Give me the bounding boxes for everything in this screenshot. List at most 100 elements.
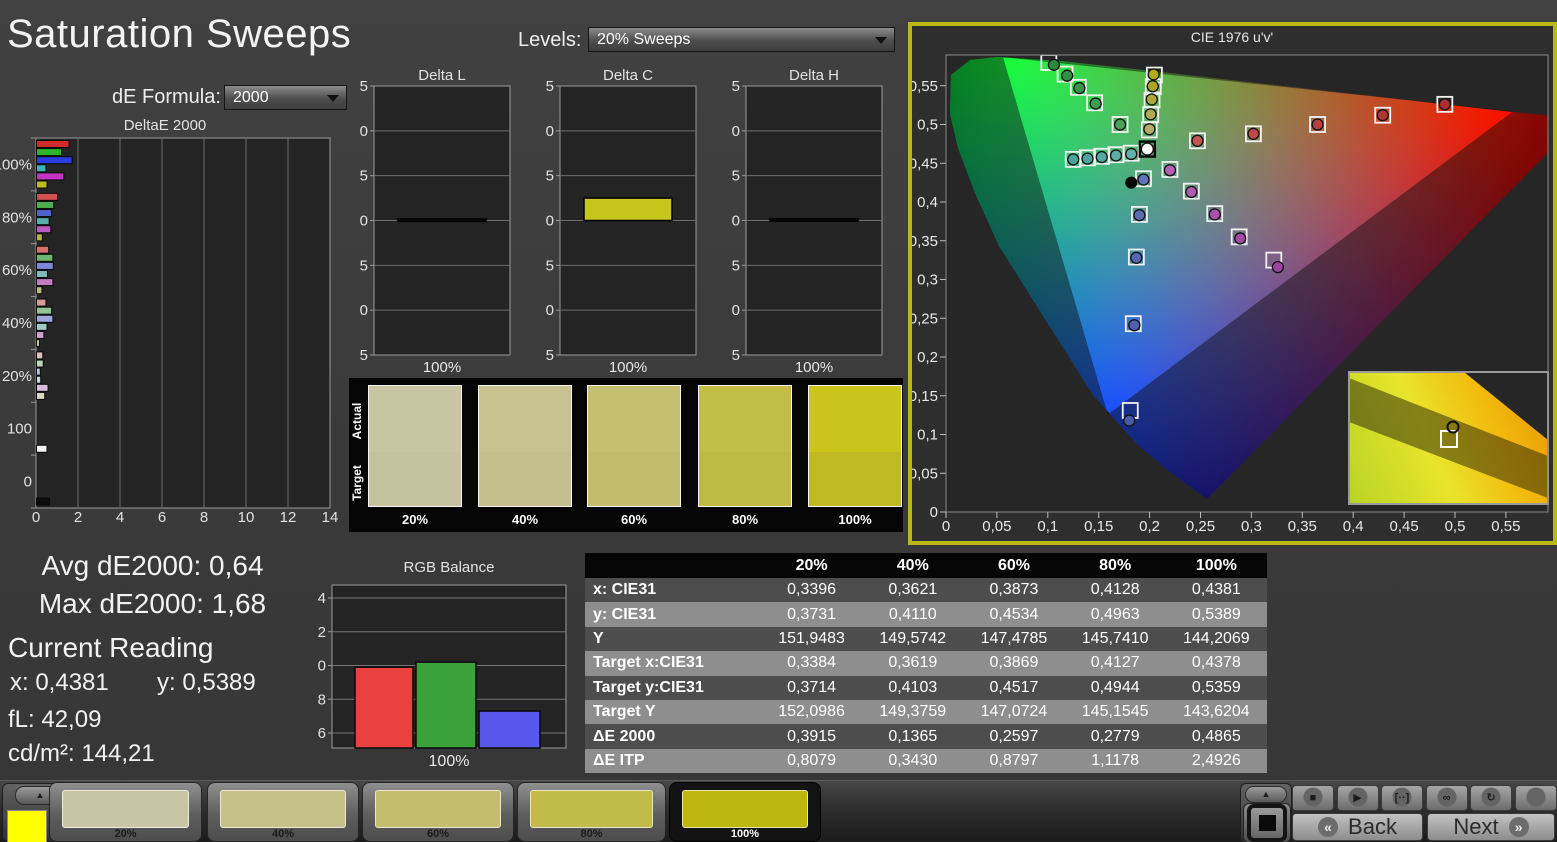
table-cell: 0,4110 [862,606,963,624]
table-col-header: 60% [963,557,1064,575]
blank-button[interactable] [1515,785,1557,811]
table-cell: 145,1545 [1065,703,1166,721]
table-cell: 0,3384 [761,654,862,672]
compare-swatch-60% [587,385,681,507]
chevron-down-icon [875,37,887,44]
patch-button-label: 60% [363,828,513,840]
patch-button-60%[interactable]: 60% [362,782,514,842]
table-cell: 0,3869 [963,654,1064,672]
table-cell: 0,3619 [862,654,963,672]
table-col-header: 80% [1065,557,1166,575]
svg-text:60%: 60% [2,262,32,279]
compare-swatch-label: 20% [368,512,462,527]
table-row-label: Target x:CIE31 [585,654,761,672]
current-fl-value: fL: 42,09 [8,706,101,734]
table-cell: 0,3731 [761,606,862,624]
svg-text:10: 10 [546,123,554,140]
next-button[interactable]: Next » [1427,813,1555,841]
patch-button-20%[interactable]: 20% [49,782,202,842]
svg-text:0,3: 0,3 [1241,518,1262,535]
svg-text:-10: -10 [546,302,554,319]
measurement-table: 20%40%60%80%100%x: CIE310,33960,36210,38… [585,553,1267,773]
current-cdm2-value: cd/m²: 144,21 [8,740,155,768]
svg-text:4: 4 [116,509,124,526]
patch-color-swatch [62,790,189,828]
svg-text:0,25: 0,25 [1186,518,1215,535]
svg-text:0,15: 0,15 [1084,518,1113,535]
table-col-header: 100% [1166,557,1267,575]
stop-patch-button[interactable] [1243,803,1291,842]
table-header-row: 20%40%60%80%100% [585,553,1267,578]
ab-repeat-button[interactable]: [··] [1381,785,1423,811]
table-cell: 0,3621 [862,581,963,599]
compare-swatch-80% [698,385,792,507]
svg-text:40%: 40% [2,315,32,332]
active-patch-color-swatch [7,810,47,842]
de-formula-dropdown[interactable]: 2000 [224,85,347,110]
table-row: x: CIE310,33960,36210,38730,41280,4381 [585,578,1267,602]
svg-text:0,25: 0,25 [912,310,938,327]
table-row-label: y: CIE31 [585,606,761,624]
table-row-label: Target Y [585,703,761,721]
svg-text:Delta L: Delta L [418,67,466,84]
stop-button[interactable]: ■ [1292,785,1334,811]
table-col-header: 20% [761,557,862,575]
ab-repeat-icon: [··] [1395,792,1410,804]
svg-text:102: 102 [318,624,326,641]
svg-text:0,3: 0,3 [917,272,938,289]
svg-text:DeltaE 2000: DeltaE 2000 [124,117,207,134]
svg-text:100%: 100% [0,156,32,173]
calibration-app-window: Saturation Sweeps dE Formula: 2000 Level… [0,0,1557,842]
svg-text:0: 0 [24,474,32,491]
svg-text:0,15: 0,15 [912,388,938,405]
table-cell: 1,1178 [1065,752,1166,770]
deltae2000-chart: DeltaE 200002468101214100%80%60%40%20%10… [0,112,340,531]
table-cell: 0,3915 [761,728,862,746]
table-cell: 149,5742 [862,630,963,648]
target-row-label: Target [350,451,364,515]
table-cell: 0,4103 [862,679,963,697]
current-y-value: y: 0,5389 [157,669,256,697]
patch-button-label: 80% [518,828,665,840]
table-cell: 0,4381 [1166,581,1267,599]
patch-button-100%[interactable]: 100% [669,782,821,842]
table-cell: 0,4378 [1166,654,1267,672]
back-button[interactable]: « Back [1292,813,1423,841]
svg-text:RGB Balance: RGB Balance [404,559,495,576]
table-row: y: CIE310,37310,41100,45340,49630,5389 [585,602,1267,626]
patch-button-40%[interactable]: 40% [207,782,359,842]
svg-text:15: 15 [360,78,368,95]
svg-text:0,1: 0,1 [1037,518,1058,535]
table-row-label: Y [585,630,761,648]
patch-button-label: 20% [50,828,201,840]
table-cell: 0,4944 [1065,679,1166,697]
table-row-label: x: CIE31 [585,581,761,599]
svg-text:5: 5 [732,168,740,185]
rgb-balance-chart: RGB Balance9698100102104100% [318,556,576,783]
svg-text:CIE 1976 u'v': CIE 1976 u'v' [1191,29,1273,45]
svg-text:-10: -10 [360,302,368,319]
right-mini-panel: ▲ [1240,783,1292,842]
levels-dropdown[interactable]: 20% Sweeps [588,27,895,52]
table-cell: 143,6204 [1166,703,1267,721]
next-button-label: Next [1453,814,1498,840]
stop-square-icon [1259,815,1276,831]
up-arrow-icon: ▲ [36,790,45,800]
back-button-label: Back [1348,814,1397,840]
table-cell: 0,4865 [1166,728,1267,746]
table-cell: 0,3873 [963,581,1064,599]
refresh-button[interactable]: ↻ [1470,785,1512,811]
table-row: Target x:CIE310,33840,36190,38690,41270,… [585,651,1267,675]
expand-up-button[interactable]: ▲ [1245,786,1287,803]
svg-text:0,5: 0,5 [917,117,938,134]
svg-text:100%: 100% [429,753,470,770]
patch-color-swatch [530,790,653,828]
svg-text:0,2: 0,2 [1139,518,1160,535]
avg-de2000-stat: Avg dE2000: 0,64 [0,550,305,582]
play-button[interactable]: ▶ [1337,785,1379,811]
table-cell: 144,2069 [1166,630,1267,648]
svg-text:0,35: 0,35 [1288,518,1317,535]
loop-button[interactable]: ∞ [1426,785,1468,811]
patch-button-80%[interactable]: 80% [517,782,666,842]
svg-text:0,2: 0,2 [917,349,938,366]
